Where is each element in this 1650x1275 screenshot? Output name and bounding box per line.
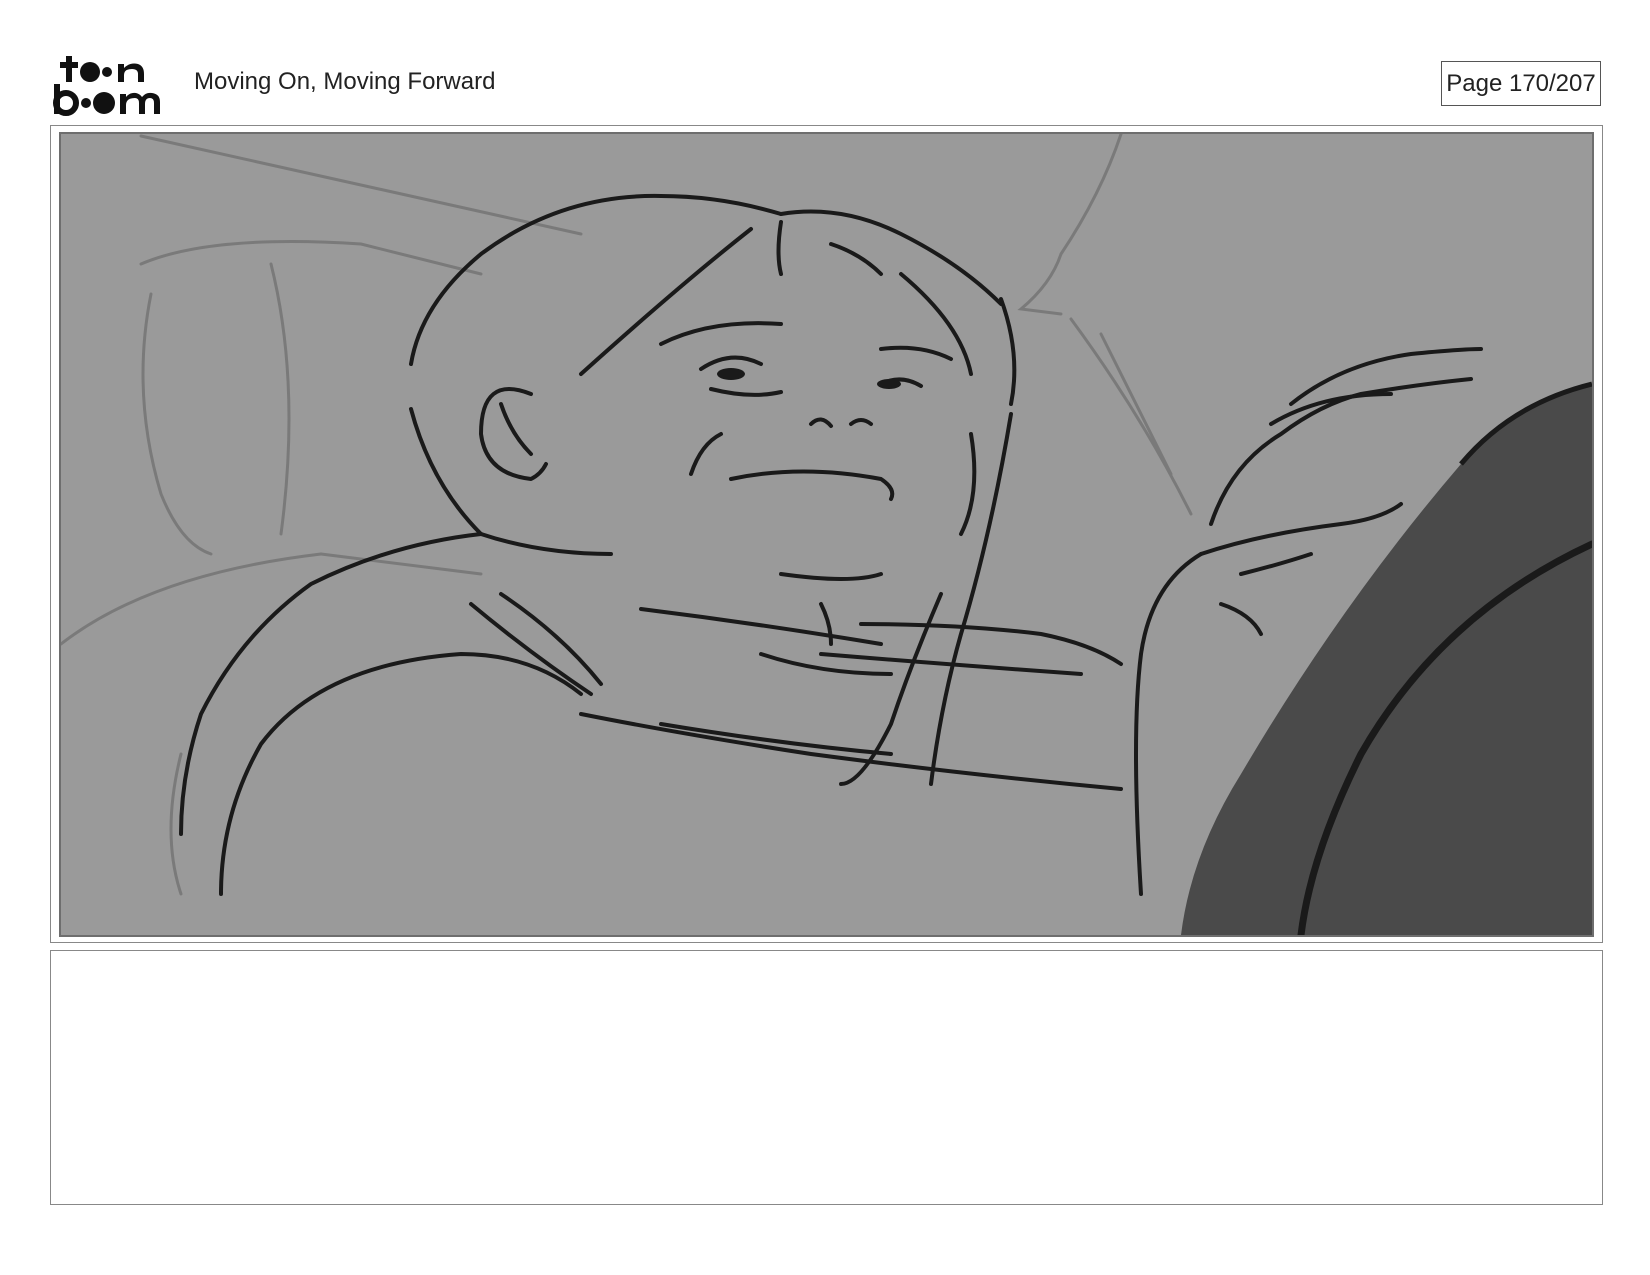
toon-boom-logo-icon	[53, 56, 160, 116]
document-title: Moving On, Moving Forward	[194, 68, 496, 95]
panel-notes-box	[50, 950, 1603, 1205]
page-number: Page 170/207	[1441, 61, 1601, 106]
toon-boom-logo	[52, 52, 164, 116]
storyboard-sketch-icon	[61, 134, 1592, 935]
storyboard-panel-image	[59, 132, 1594, 937]
